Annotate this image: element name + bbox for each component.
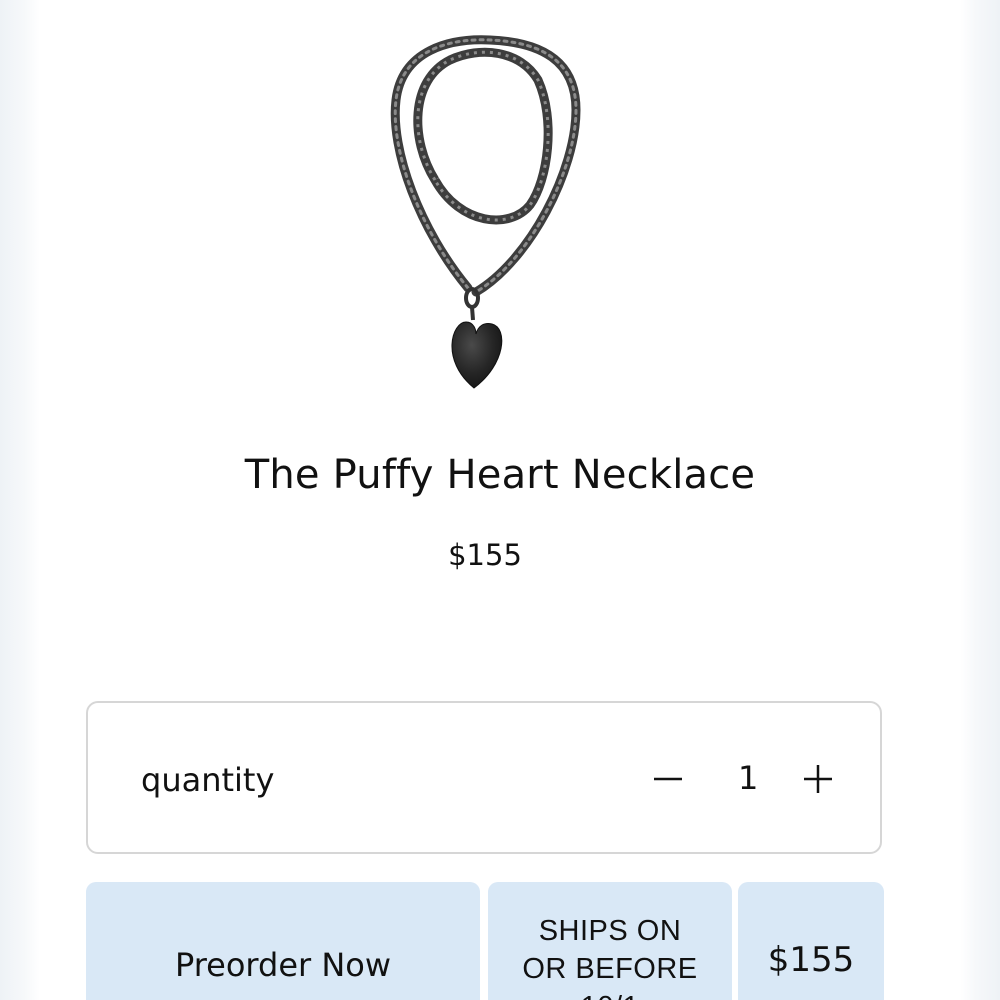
ships-line-1: SHIPS ON [538, 915, 682, 947]
product-price: $155 [448, 538, 522, 572]
ships-line-3: 10/1 [488, 988, 732, 1000]
quantity-selector: quantity 1 [86, 701, 882, 854]
left-edge-shade [0, 0, 40, 1000]
preorder-label: Preorder Now [174, 946, 392, 984]
heart-necklace-image [390, 35, 581, 389]
total-price: $155 [767, 940, 855, 980]
minus-icon[interactable] [648, 755, 688, 799]
quantity-value[interactable]: 1 [738, 759, 758, 797]
quantity-label: quantity [141, 761, 275, 799]
right-edge-shade [960, 0, 1000, 1000]
ships-on-or-before-info: SHIPS ON OR BEFORE 10/1 [488, 882, 732, 1000]
total-price-box: $155 [738, 882, 884, 1000]
product-title: The Puffy Heart Necklace [244, 452, 756, 498]
ships-text: SHIPS ON OR BEFORE 10/1 [488, 912, 732, 1000]
plus-icon[interactable] [798, 755, 838, 799]
ships-line-2: OR BEFORE [522, 953, 698, 985]
preorder-button[interactable]: Preorder Now [86, 882, 480, 1000]
